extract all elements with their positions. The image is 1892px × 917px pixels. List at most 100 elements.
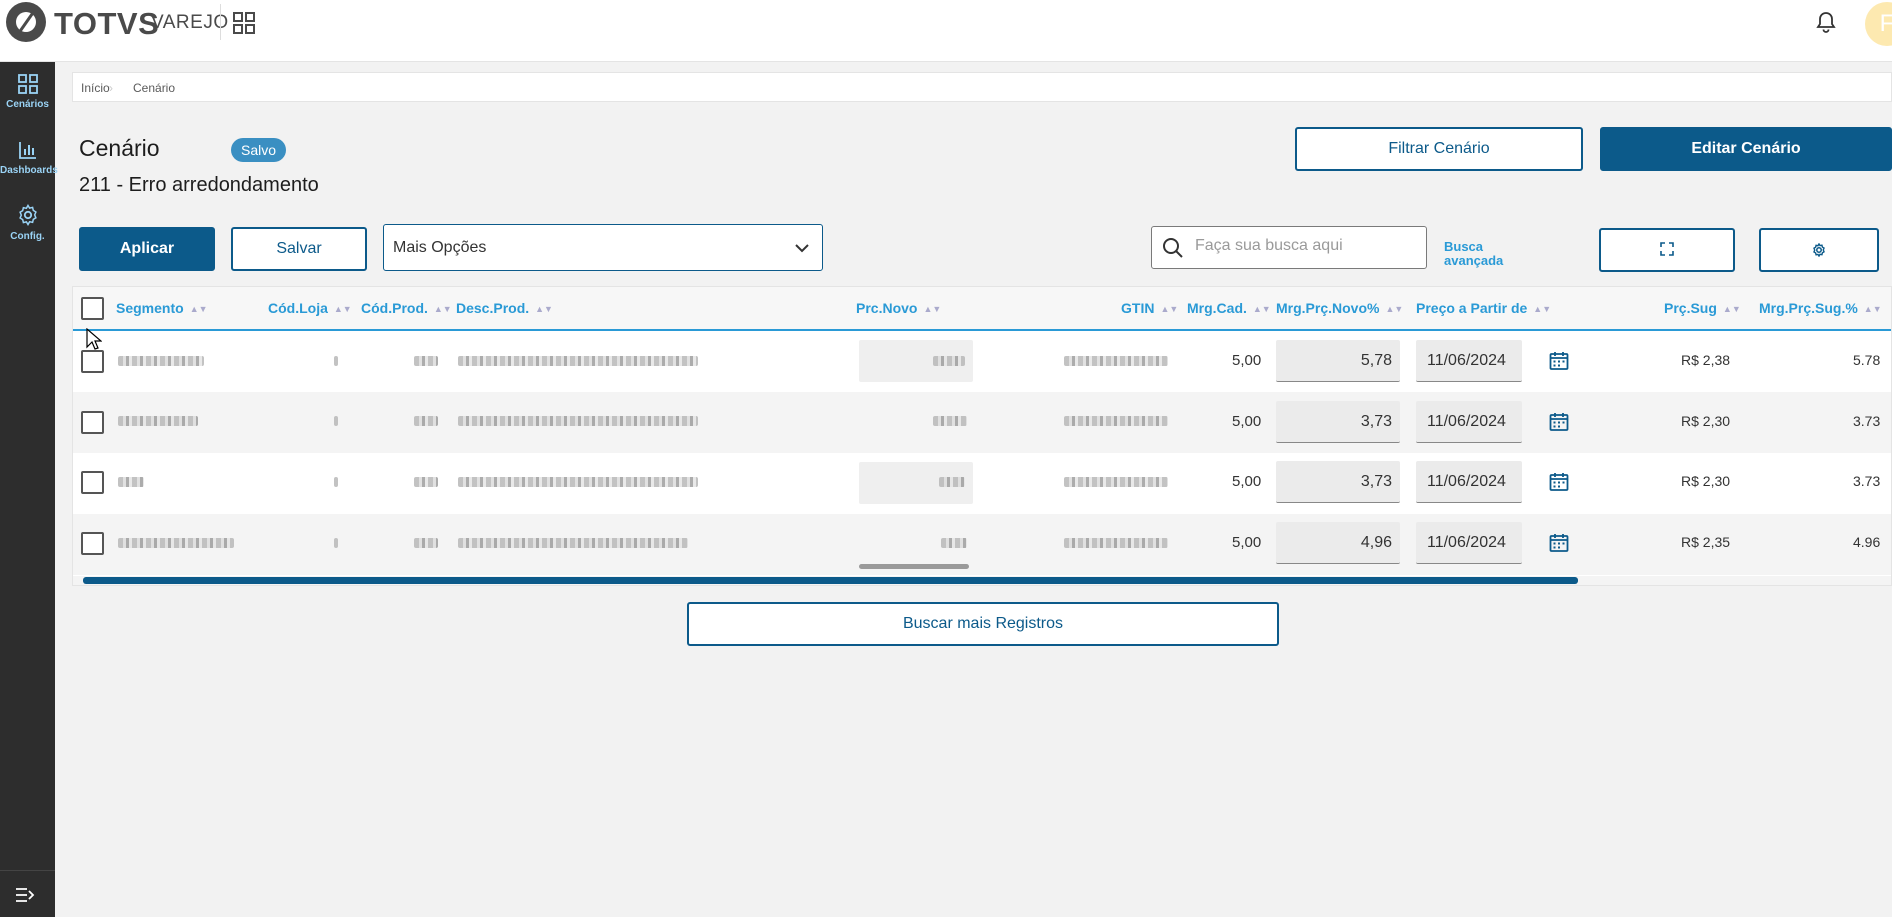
cell-scrollbar[interactable] xyxy=(859,564,969,569)
date-input[interactable]: 11/06/2024 xyxy=(1416,340,1522,382)
sidebar: Cenários Dashboards Config. xyxy=(0,62,58,917)
column-header-gtin[interactable]: GTIN ▲▼ xyxy=(1121,300,1178,316)
column-header-mrg-prc-novo[interactable]: Mrg.Prç.Novo% ▲▼ xyxy=(1276,300,1403,316)
redacted-description xyxy=(458,356,698,366)
mrg-cad-value: 5,00 xyxy=(1232,473,1262,490)
advanced-search-line1: Busca xyxy=(1444,239,1484,254)
select-value: Mais Opções xyxy=(393,239,487,256)
table-row[interactable]: 5,00 3,73 11/06/2024 R$ 2,30 3.73 xyxy=(73,453,1891,514)
search-box[interactable] xyxy=(1151,226,1427,269)
mrg-novo-value: 3,73 xyxy=(1360,473,1392,490)
breadcrumb-item-home[interactable]: Início xyxy=(81,81,110,95)
mrg-novo-input[interactable]: 3,73 xyxy=(1276,461,1400,503)
more-options-select[interactable]: Mais Opções xyxy=(383,224,823,271)
calendar-icon[interactable] xyxy=(1549,412,1569,432)
column-header-mrg-cad[interactable]: Mrg.Cad. ▲▼ xyxy=(1187,300,1271,316)
prc-sug-value: R$ 2,30 xyxy=(1681,413,1731,429)
redacted-product-code xyxy=(414,477,438,487)
user-avatar[interactable]: F xyxy=(1865,2,1892,46)
row-checkbox[interactable] xyxy=(81,350,104,373)
page-title: Cenário xyxy=(79,135,160,161)
filter-scenario-button[interactable]: Filtrar Cenário xyxy=(1295,127,1583,171)
date-input[interactable]: 11/06/2024 xyxy=(1416,522,1522,564)
column-header-segmento[interactable]: Segmento ▲▼ xyxy=(116,300,208,316)
date-value: 11/06/2024 xyxy=(1427,534,1506,551)
table-header: Segmento ▲▼ Cód.Loja ▲▼ Cód.Prod. ▲▼ Desc.P… xyxy=(73,287,1891,331)
apps-grid-icon[interactable] xyxy=(233,12,255,34)
advanced-search-link[interactable]: Busca avançada xyxy=(1444,240,1503,268)
mrg-novo-input[interactable]: 5,78 xyxy=(1276,340,1400,382)
sort-icon: ▲▼ xyxy=(333,304,352,314)
column-header-cod-prod[interactable]: Cód.Prod. ▲▼ xyxy=(361,300,452,316)
date-value: 11/06/2024 xyxy=(1427,473,1506,490)
column-header-cod-loja[interactable]: Cód.Loja ▲▼ xyxy=(268,300,352,316)
top-bar: TOTVS VAREJO F xyxy=(0,0,1892,62)
fullscreen-button[interactable] xyxy=(1599,228,1735,272)
select-all-checkbox[interactable] xyxy=(81,297,104,320)
sort-icon: ▲▼ xyxy=(433,304,452,314)
load-more-button[interactable]: Buscar mais Registros xyxy=(687,602,1279,646)
sidebar-item-dashboards[interactable]: Dashboards xyxy=(0,140,58,176)
redacted-description xyxy=(458,416,698,426)
column-label: Cód.Prod. xyxy=(361,300,428,316)
row-checkbox[interactable] xyxy=(81,532,104,555)
column-header-mrg-prc-sug[interactable]: Mrg.Prç.Sug.% ▲▼ xyxy=(1759,300,1882,316)
breadcrumb: Início › Cenário xyxy=(72,72,1892,102)
new-price-field[interactable] xyxy=(859,340,973,382)
row-checkbox[interactable] xyxy=(81,411,104,434)
collapse-menu-icon[interactable] xyxy=(15,887,35,903)
mrg-cad-value: 5,00 xyxy=(1232,534,1262,551)
date-input[interactable]: 11/06/2024 xyxy=(1416,461,1522,503)
column-label: Prç.Sug xyxy=(1664,300,1717,316)
divider xyxy=(220,4,221,40)
redacted-product-code xyxy=(414,356,438,366)
column-header-prc-novo[interactable]: Prc.Novo ▲▼ xyxy=(856,300,941,316)
redacted-store-code xyxy=(334,538,338,548)
mrg-novo-value: 3,73 xyxy=(1360,413,1392,430)
sort-icon: ▲▼ xyxy=(1252,304,1271,314)
column-header-desc-prod[interactable]: Desc.Prod. ▲▼ xyxy=(456,300,553,316)
edit-scenario-button[interactable]: Editar Cenário xyxy=(1600,127,1892,171)
sidebar-item-config[interactable]: Config. xyxy=(0,204,55,242)
breadcrumb-separator: › xyxy=(109,81,113,95)
table-row[interactable]: 5,00 3,73 11/06/2024 R$ 2,30 3.73 xyxy=(73,392,1891,453)
mrg-novo-input[interactable]: 3,73 xyxy=(1276,401,1400,443)
column-header-preco-a-partir-de[interactable]: Preço a Partir de ▲▼ xyxy=(1416,300,1551,316)
row-checkbox[interactable] xyxy=(81,471,104,494)
redacted-product-code xyxy=(414,416,438,426)
mrg-novo-value: 5,78 xyxy=(1360,352,1392,369)
redacted-new-price xyxy=(933,416,967,426)
new-price-field[interactable] xyxy=(859,462,973,504)
data-table: Segmento ▲▼ Cód.Loja ▲▼ Cód.Prod. ▲▼ Desc.P… xyxy=(72,286,1892,586)
calendar-icon[interactable] xyxy=(1549,533,1569,553)
horizontal-scrollbar-thumb[interactable] xyxy=(83,577,1578,584)
calendar-icon[interactable] xyxy=(1549,351,1569,371)
redacted-gtin xyxy=(1064,477,1168,487)
apply-button[interactable]: Aplicar xyxy=(79,227,215,271)
prc-sug-value: R$ 2,35 xyxy=(1681,534,1731,550)
column-label: GTIN xyxy=(1121,300,1155,316)
column-header-prc-sug[interactable]: Prç.Sug ▲▼ xyxy=(1664,300,1741,316)
table-row[interactable]: 5,00 4,96 11/06/2024 R$ 2,35 4.96 xyxy=(73,514,1891,575)
totvs-logo-icon[interactable] xyxy=(6,2,46,42)
mrg-novo-input[interactable]: 4,96 xyxy=(1276,522,1400,564)
column-label: Prc.Novo xyxy=(856,300,918,316)
breadcrumb-item-current: Cenário xyxy=(133,81,176,95)
mrg-cad-value: 5,00 xyxy=(1232,352,1262,369)
table-row[interactable]: 5,00 5,78 11/06/2024 R$ 2,38 5.78 xyxy=(73,331,1891,392)
date-input[interactable]: 11/06/2024 xyxy=(1416,401,1522,443)
mrg-novo-value: 4,96 xyxy=(1360,534,1392,551)
mrg-cad-value: 5,00 xyxy=(1232,413,1262,430)
table-settings-button[interactable] xyxy=(1759,228,1879,272)
mrg-sug-value: 4.96 xyxy=(1853,534,1881,550)
sort-icon: ▲▼ xyxy=(1533,304,1552,314)
redacted-new-price xyxy=(941,538,967,548)
save-button[interactable]: Salvar xyxy=(231,227,367,271)
calendar-icon[interactable] xyxy=(1549,472,1569,492)
sidebar-item-cenarios[interactable]: Cenários xyxy=(0,74,55,110)
fullscreen-icon xyxy=(1660,242,1674,256)
search-input[interactable] xyxy=(1195,237,1415,255)
column-label: Cód.Loja xyxy=(268,300,328,316)
column-label: Preço a Partir de xyxy=(1416,300,1528,316)
notification-bell-icon[interactable] xyxy=(1814,10,1838,34)
